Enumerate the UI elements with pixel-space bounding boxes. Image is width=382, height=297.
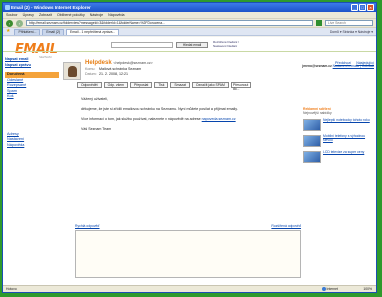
promo-thumbnail [303, 119, 321, 131]
url-field[interactable]: http://email.seznam.cz/folderview?messag… [26, 20, 313, 26]
body-paragraph-2: Více informací o tom, jak službu používa… [81, 117, 236, 121]
date-label: Datum: [85, 72, 97, 76]
promo-panel: Reklamní sdělení Nejnovější nabídky Nejl… [303, 107, 373, 167]
promo-item[interactable]: Nejlepší notebooky tohoto roku [303, 118, 373, 131]
sender-email[interactable]: <helpdesk@seznam.cz> [113, 61, 152, 65]
mark-spam-button[interactable]: Označit jako SPAM [191, 82, 229, 88]
to-value: Mailová schránka Seznam [99, 67, 142, 71]
tab-email-message[interactable]: Email - 1 nepřečtená zpráva... [65, 29, 120, 35]
advanced-search-link[interactable]: Rozšířené hledání / Nastavení hledání [213, 40, 253, 48]
forward-button[interactable]: Přeposlat [130, 82, 153, 88]
menu-tools[interactable]: Nástroje [90, 12, 103, 18]
sender: Helpdesk <helpdesk@seznam.cz> [85, 60, 153, 67]
sender-avatar [63, 62, 81, 80]
message-navigation: Předchozí Následující [331, 61, 374, 65]
tab-login[interactable]: Přihlášení... [14, 29, 41, 35]
body-signature: Váš Seznam Team [81, 127, 112, 131]
menu-file[interactable]: Soubor [6, 12, 18, 18]
globe-icon [321, 287, 326, 292]
promo-subtitle: Nejnovější nabídky [303, 111, 332, 115]
date-value: 21. 2. 2008, 12:21 [99, 72, 128, 76]
menu-edit[interactable]: Úpravy [23, 12, 34, 18]
quick-reply-header: Rychlá odpověď Rozšířená odpověď [75, 224, 301, 228]
message-body: Vážený uživateli, děkujeme, že jste si z… [81, 97, 296, 137]
tab-email[interactable]: Email (2) [42, 29, 64, 35]
prev-message-link[interactable]: Předchozí [335, 61, 351, 65]
delete-button[interactable]: Smazat [170, 82, 190, 88]
security-zone: Internet [321, 286, 338, 292]
promo-item[interactable]: LCD televize za super ceny [303, 150, 373, 163]
extended-reply-link[interactable]: Rozšířená odpověď [271, 224, 301, 228]
message-header: Helpdesk <helpdesk@seznam.cz> Komu: Mailo… [85, 60, 153, 77]
toolbar-commands[interactable]: Domů ▾ Stránka ▾ Nástroje ▾ [330, 29, 373, 35]
search-mail-button[interactable]: Hledat email [176, 42, 208, 48]
address-bar: ‹ › http://email.seznam.cz/folderview?me… [3, 19, 376, 28]
ie-icon [5, 5, 10, 10]
menu-view[interactable]: Zobrazit [39, 12, 52, 18]
promo-item[interactable]: Mobilní telefony s výhodnou slevou [303, 134, 373, 147]
header-divider [3, 51, 376, 52]
favorites-star-icon[interactable]: ★ [6, 27, 10, 35]
go-button[interactable] [316, 20, 322, 26]
message-actions: Odpovědět Odp. všem Přeposlat Tisk Smaza… [77, 82, 251, 91]
back-button[interactable]: ‹ [6, 19, 13, 27]
quick-reply-textarea[interactable] [75, 230, 301, 278]
zoom-level[interactable]: 100% [363, 286, 372, 292]
reply-all-button[interactable]: Odp. všem [103, 82, 128, 88]
help-link[interactable]: napoveda.seznam.cz [202, 117, 236, 121]
next-message-link[interactable]: Následující [356, 61, 374, 65]
minimize-button[interactable]: _ [351, 4, 358, 11]
promo-thumbnail [303, 151, 321, 163]
forward-button[interactable]: › [16, 19, 23, 27]
sender-name: Helpdesk [85, 60, 112, 66]
window-controls: _ □ × [351, 4, 374, 11]
promo-thumbnail [303, 135, 321, 147]
status-text: Hotovo [6, 287, 17, 291]
user-email: jmeno@seznam.cz [302, 64, 332, 68]
move-to-select[interactable]: Přesunout do... [230, 82, 251, 91]
mail-search-input[interactable] [111, 42, 173, 48]
browser-window: Email (2) - Windows Internet Explorer _ … [2, 2, 377, 293]
status-bar: Hotovo Internet 100% [3, 285, 376, 292]
title-bar: Email (2) - Windows Internet Explorer _ … [3, 3, 376, 12]
maximize-button[interactable]: □ [359, 4, 366, 11]
body-paragraph-1: děkujeme, že jste si zřídili emailovou s… [81, 107, 238, 111]
check-mail-link[interactable]: Napsat zprávu [5, 62, 59, 68]
sidebar: Napsat email Napsat zprávu Doručená Odes… [5, 56, 59, 148]
tab-bar: ★ Přihlášení... Email (2) Email - 1 nepř… [3, 28, 376, 36]
quick-reply-label[interactable]: Rychlá odpověď [75, 224, 100, 228]
body-greeting: Vážený uživateli, [81, 97, 108, 101]
menu-bar: Soubor Úpravy Zobrazit Oblíbené položky … [3, 12, 376, 19]
browser-search-input[interactable]: Live Search [325, 20, 373, 26]
close-button[interactable]: × [367, 4, 374, 11]
reply-button[interactable]: Odpovědět [77, 82, 102, 88]
menu-favorites[interactable]: Oblíbené položky [57, 12, 85, 18]
print-button[interactable]: Tisk [154, 82, 169, 88]
menu-help[interactable]: Nápověda [108, 12, 124, 18]
web-page: EMAIL SEZNAM jmeno@seznam.cz Nastavení e… [3, 37, 376, 286]
window-title: Email (2) - Windows Internet Explorer [11, 5, 91, 10]
sidebar-help[interactable]: Nápověda [5, 143, 59, 149]
